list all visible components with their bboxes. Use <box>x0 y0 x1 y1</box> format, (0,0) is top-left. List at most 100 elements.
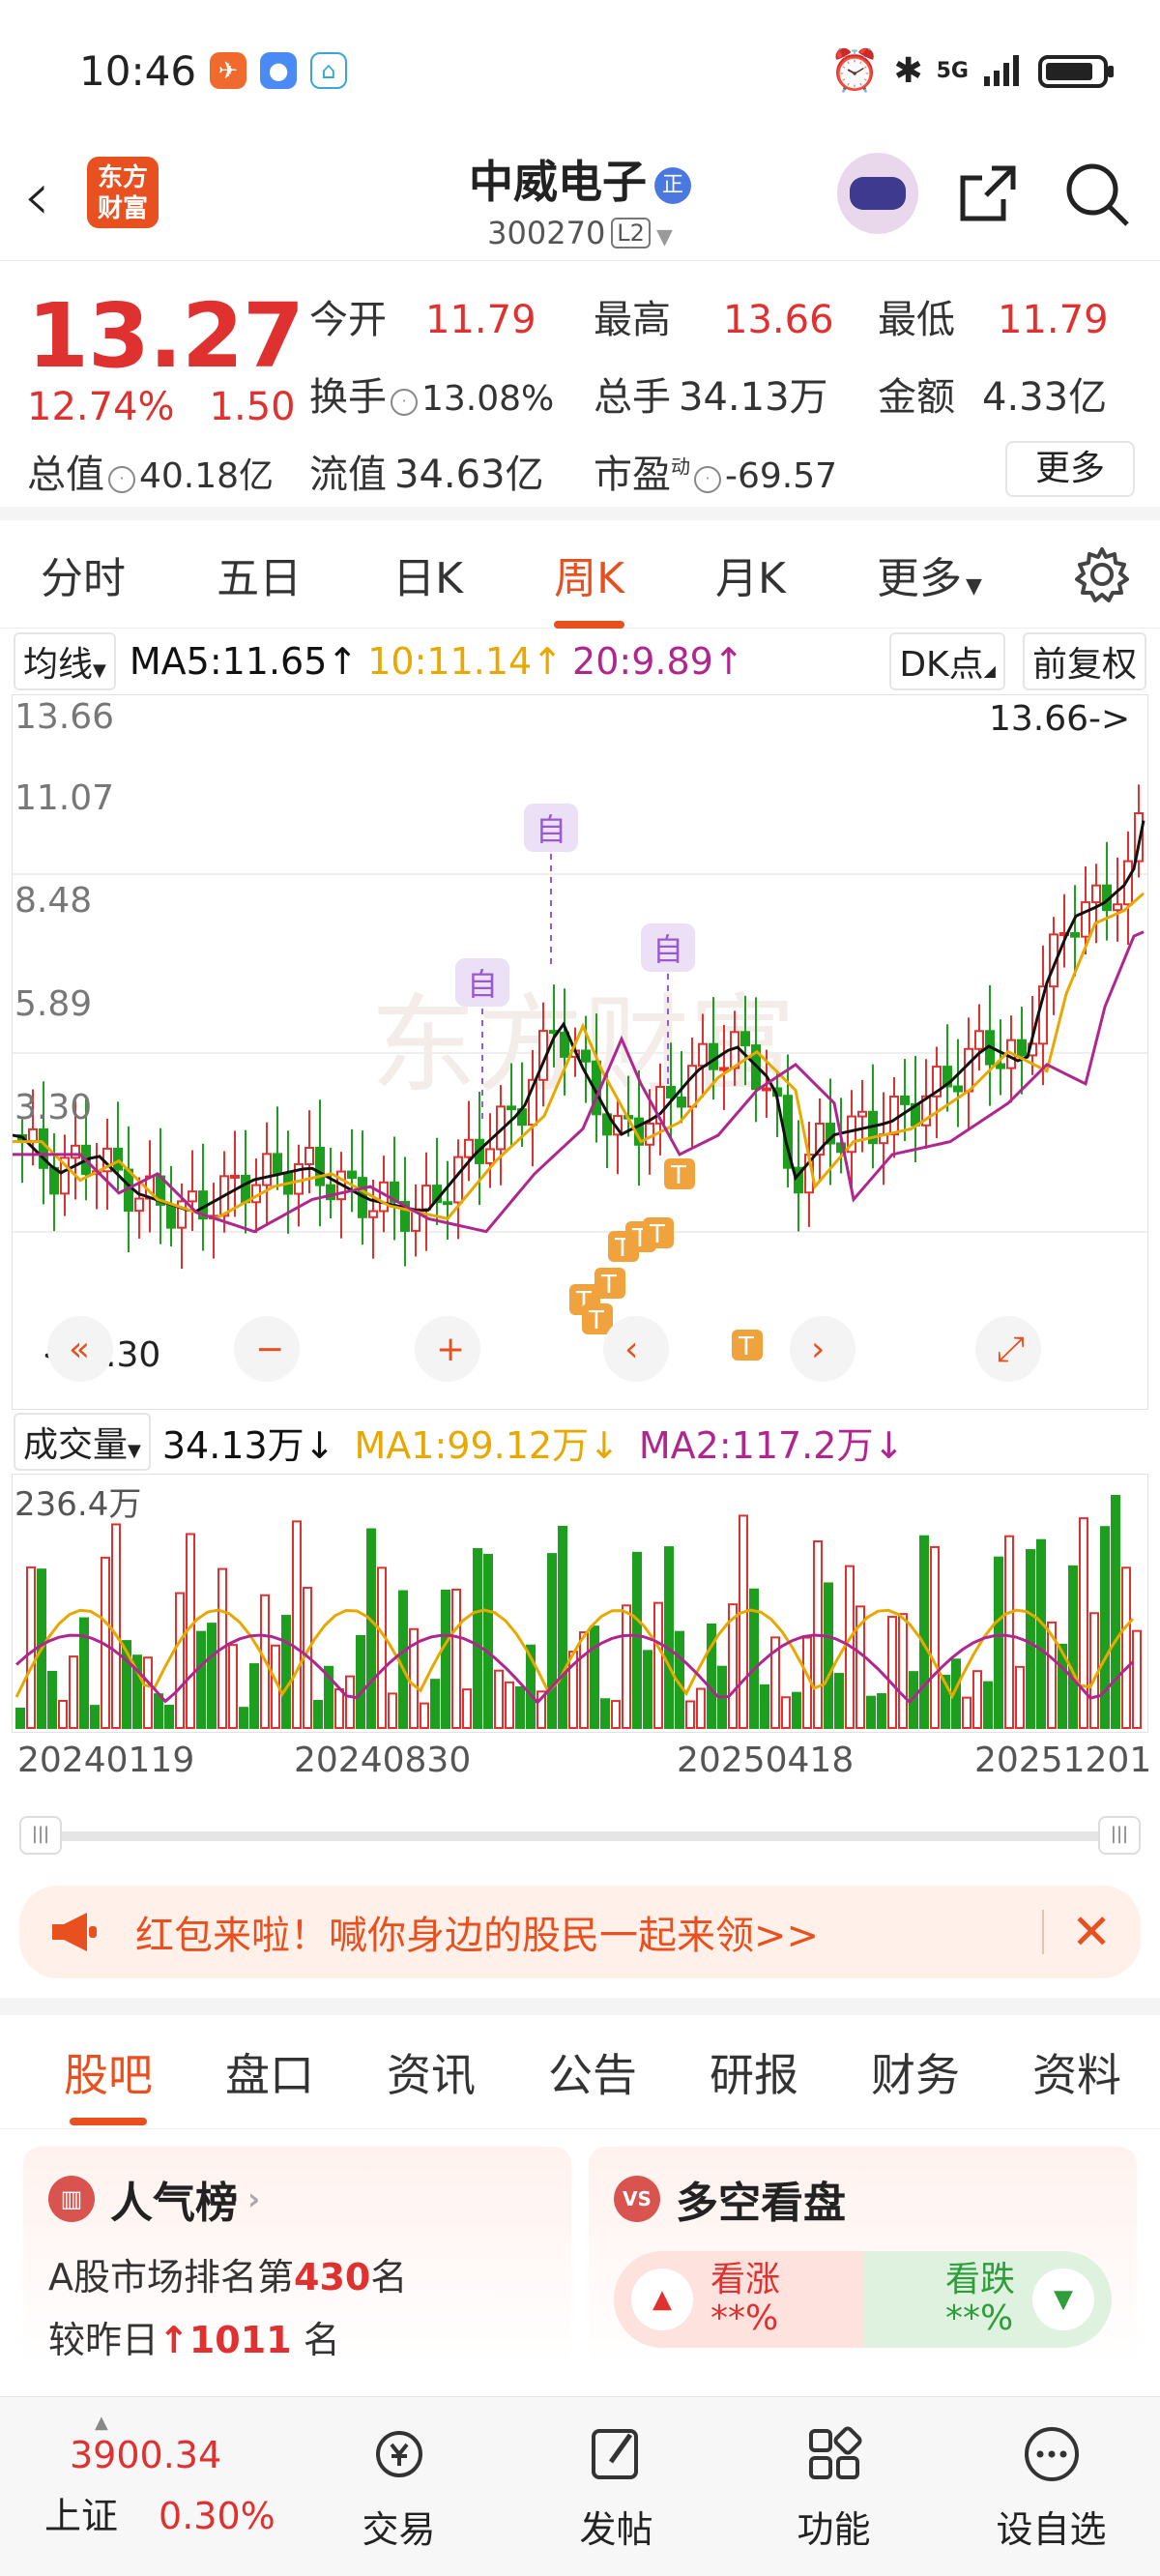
volume-bar <box>877 1693 886 1730</box>
price-change: 12.74% 1.50 <box>27 385 296 429</box>
tab-announcement[interactable]: 公告 <box>548 2040 637 2104</box>
candle <box>740 1031 750 1047</box>
volume-bar <box>494 1669 504 1730</box>
tab-guba[interactable]: 股吧 <box>64 2040 153 2125</box>
volume-current: 34.13万↓ <box>161 1423 335 1467</box>
index-value: 3900.34 <box>70 2434 222 2476</box>
change-percent: 12.74% <box>27 385 175 429</box>
bull-vote-button[interactable]: ▲ 看涨 **% <box>614 2251 863 2348</box>
alarm-icon: ⏰ <box>829 46 881 94</box>
candle <box>666 1085 676 1098</box>
mktcap-item[interactable]: 总值 · 40.18亿 <box>27 443 274 499</box>
candle <box>28 1127 38 1142</box>
candle <box>347 1170 357 1180</box>
settings-gear-icon[interactable] <box>1073 545 1131 603</box>
indicator-label: 均线 <box>23 645 94 685</box>
dk-point-button[interactable]: DK点◢ <box>889 632 1005 690</box>
search-icon[interactable] <box>1058 155 1135 232</box>
stock-name: 中威电子 <box>469 156 647 208</box>
turnover-item[interactable]: 换手 · 13.08% <box>309 366 554 422</box>
y-tick-label: 5.89 <box>14 984 92 1024</box>
tab-pankou[interactable]: 盘口 <box>225 2040 314 2104</box>
volume-bar <box>983 1681 993 1730</box>
bull-label: 看涨 <box>710 2260 781 2299</box>
volume-bar <box>1132 1629 1142 1730</box>
bull-bear-card[interactable]: VS 多空看盘 ▲ 看涨 **% 看跌 **% ▼ <box>589 2147 1137 2367</box>
volume-bar <box>579 1631 589 1729</box>
volume-bar <box>228 1644 238 1730</box>
range-handle-right[interactable]: ||| <box>1098 1816 1141 1855</box>
tab-profile[interactable]: 资料 <box>1032 2040 1121 2104</box>
volume-bar <box>632 1551 642 1729</box>
robot-assistant-avatar[interactable] <box>837 153 918 234</box>
stock-code: 300270 <box>487 215 606 251</box>
volume-bar <box>398 1590 408 1729</box>
bluetooth-icon: ✱ <box>893 50 923 91</box>
kline-svg[interactable]: 东方财富13.6611.078.485.893.3013.66-><-3.30自… <box>13 695 1147 1411</box>
candle <box>453 1156 463 1204</box>
popularity-card[interactable]: ▥ 人气榜 › A股市场排名第430名 较昨日↑1011 名 <box>23 2147 571 2367</box>
tab-monthly-k[interactable]: 月K <box>715 543 786 605</box>
turnover-value: 13.08% <box>421 379 555 419</box>
tab-research[interactable]: 研报 <box>710 2040 798 2104</box>
volume-bar <box>26 1566 36 1729</box>
bear-value: **% <box>944 2298 1014 2338</box>
level2-badge: L2 <box>611 218 651 249</box>
volume-bar <box>994 1556 1003 1730</box>
adjust-button[interactable]: 前复权 <box>1022 632 1146 690</box>
nav-add-watchlist[interactable]: 设自选 <box>942 2420 1160 2553</box>
rank-prefix: A股市场排名第 <box>48 2256 294 2298</box>
chart-control-icon: ‹ <box>624 1330 638 1369</box>
candle <box>304 1147 314 1165</box>
tab-more[interactable]: 更多 ▼ <box>877 543 982 605</box>
bear-vote-button[interactable]: 看跌 **% ▼ <box>862 2251 1112 2348</box>
indicator-select[interactable]: 均线▼ <box>14 632 116 690</box>
volume-bar <box>377 1566 387 1730</box>
tab-intraday[interactable]: 分时 <box>41 543 126 605</box>
close-icon[interactable]: ✕ <box>1071 1904 1112 1960</box>
battery-icon <box>1038 55 1114 88</box>
volume-bar <box>239 1707 248 1730</box>
volume-bar <box>451 1588 461 1729</box>
scroll-track[interactable] <box>19 1831 1141 1841</box>
volume-bar <box>547 1553 557 1729</box>
range-handle-left[interactable]: ||| <box>19 1816 62 1855</box>
chart-range-scrollbar[interactable]: ||| ||| <box>19 1806 1141 1864</box>
nav-trade[interactable]: 交易 <box>290 2420 508 2553</box>
info-tabs: 股吧 盘口 资讯 公告 研报 财务 资料 <box>0 2015 1160 2129</box>
nav-functions[interactable]: 功能 <box>725 2420 942 2553</box>
rank-line: A股市场排名第430名 <box>48 2247 546 2300</box>
volume-bar <box>334 1688 344 1730</box>
tab-five-day[interactable]: 五日 <box>217 543 302 605</box>
kline-chart[interactable]: 东方财富13.6611.078.485.893.3013.66-><-3.30自… <box>12 694 1148 1410</box>
pe-item[interactable]: 市盈动 · -69.57 <box>594 443 837 499</box>
volume-item: 总手 34.13万 <box>594 366 828 422</box>
volume-bar <box>622 1604 631 1729</box>
volume-svg[interactable]: 236.4万 <box>13 1475 1147 1734</box>
volume-ma1: MA1:99.12万↓ <box>354 1423 620 1467</box>
tab-daily-k[interactable]: 日K <box>392 543 463 605</box>
nav-trade-label: 交易 <box>362 2508 436 2551</box>
current-price: 13.27 <box>27 284 304 388</box>
volume-max-label: 236.4万 <box>14 1485 141 1524</box>
volume-bar <box>930 1545 940 1729</box>
nav-post[interactable]: 发帖 <box>508 2420 725 2553</box>
index-ticker[interactable]: ▲ 3900.34 上证 0.30% <box>0 2413 290 2539</box>
x-label: 20240830 <box>294 1741 472 1780</box>
grid-functions-icon <box>808 2426 861 2479</box>
x-label: 20240119 <box>17 1741 195 1780</box>
tab-finance[interactable]: 财务 <box>871 2040 960 2104</box>
network-label: 5G <box>936 58 969 83</box>
candle <box>698 1042 708 1068</box>
volume-bar <box>696 1687 706 1729</box>
share-icon[interactable] <box>949 155 1027 232</box>
caret-up-icon: ▲ <box>95 2413 108 2433</box>
volume-indicator-select[interactable]: 成交量▼ <box>14 1413 151 1471</box>
more-quote-button[interactable]: 更多 <box>1005 441 1135 497</box>
volume-bar <box>388 1692 397 1729</box>
red-packet-banner[interactable]: 红包来啦！喊你身边的股民一起来领>> ✕ <box>19 1886 1141 1978</box>
volume-chart[interactable]: 236.4万 <box>12 1474 1148 1733</box>
tab-news[interactable]: 资讯 <box>387 2040 476 2104</box>
tab-weekly-k[interactable]: 周K <box>554 543 624 629</box>
vs-title: 多空看盘 <box>676 2179 846 2228</box>
